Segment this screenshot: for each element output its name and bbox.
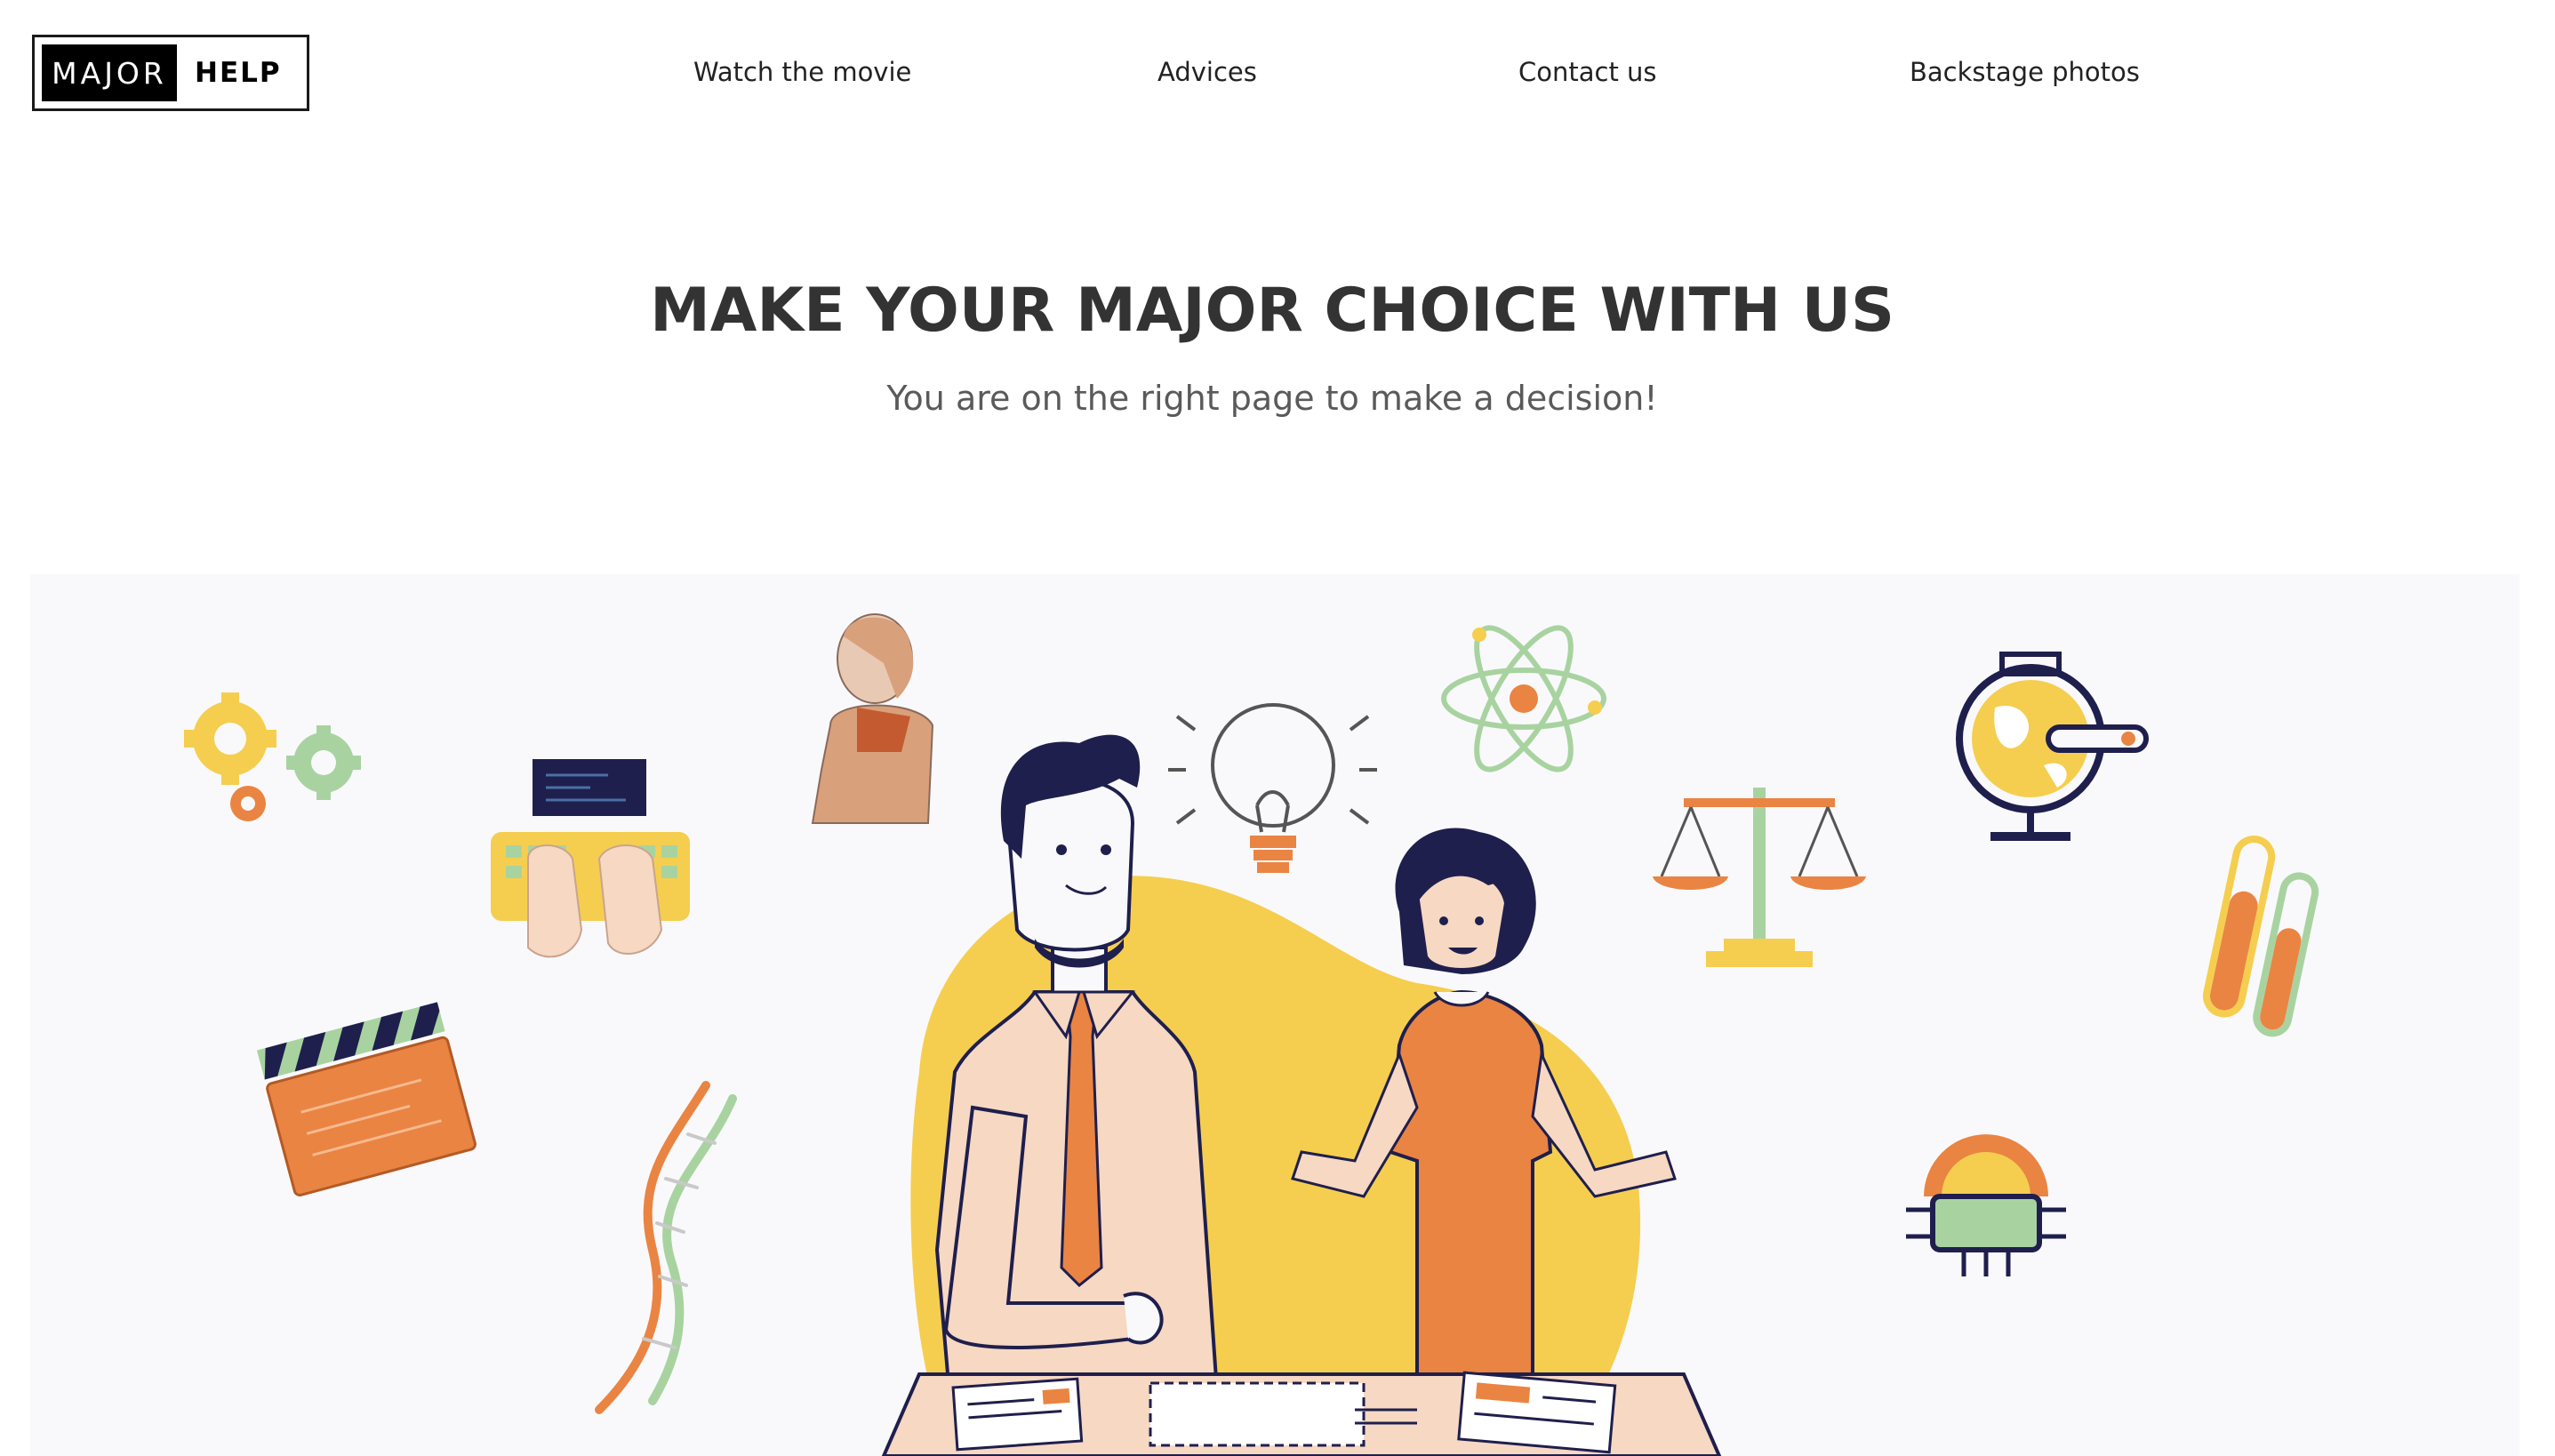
keyboard-icon	[491, 759, 690, 958]
dna-icon	[595, 1081, 737, 1414]
clapperboard-icon	[256, 1002, 477, 1197]
nav-link-contact-us[interactable]: Contact us	[1518, 57, 1657, 87]
man-figure	[934, 734, 1224, 1456]
light-bulb-icon	[1168, 703, 1377, 873]
test-tubes-icon	[2202, 836, 2319, 1037]
globe-icon	[1956, 652, 2149, 841]
logo[interactable]: MAJOR HELP	[32, 35, 309, 111]
logo-help-text: HELP	[195, 57, 282, 89]
table-with-papers	[881, 1371, 1722, 1456]
nav-link-watch-the-movie[interactable]: Watch the movie	[693, 57, 911, 87]
nav-link-backstage-photos[interactable]: Backstage photos	[1910, 57, 2140, 87]
nav-link-advices[interactable]: Advices	[1157, 57, 1257, 87]
bust-sculpture-icon	[811, 613, 934, 824]
hero-subtitle: You are on the right page to make a deci…	[886, 379, 1658, 418]
hero-title: MAKE YOUR MAJOR CHOICE WITH US	[650, 276, 1894, 346]
logo-major-text: MAJOR	[42, 44, 177, 101]
gears-icon	[184, 692, 361, 821]
top-navigation: MAJOR HELP Watch the movie Advices Conta…	[0, 0, 2555, 151]
scales-icon	[1653, 788, 1866, 967]
hero-illustration	[30, 574, 2519, 1456]
atom-icon	[1441, 625, 1606, 772]
chip-gear-icon	[1906, 1134, 2066, 1276]
